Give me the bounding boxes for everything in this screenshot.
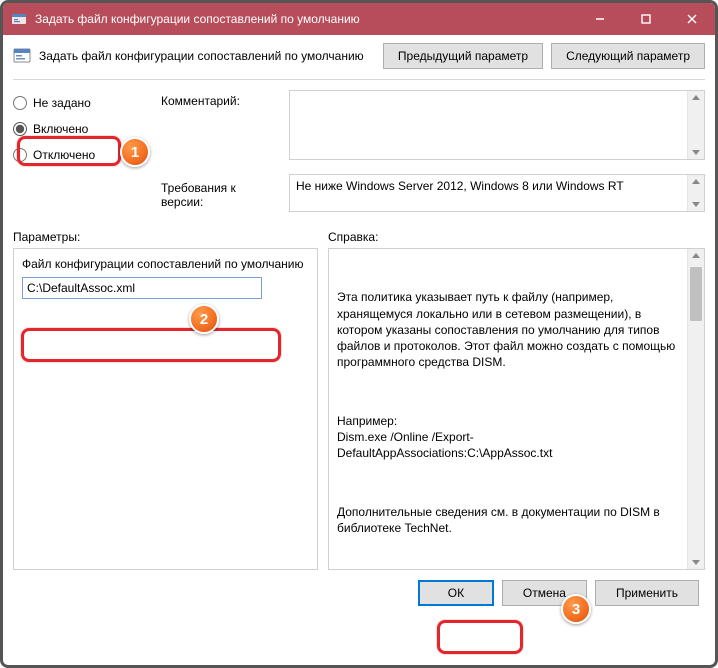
app-icon: [11, 11, 27, 27]
parameters-panel: Файл конфигурации сопоставлений по умолч…: [13, 248, 318, 570]
radio-enabled-label: Включено: [33, 122, 88, 136]
radio-not-configured[interactable]: Не задано: [13, 96, 161, 110]
help-text: Эта политика указывает путь к файлу (нап…: [337, 257, 680, 570]
requirements-label: Требования к версии:: [161, 177, 281, 209]
maximize-button[interactable]: [623, 3, 669, 35]
next-setting-button[interactable]: Следующий параметр: [551, 43, 705, 69]
window-title: Задать файл конфигурации сопоставлений п…: [35, 12, 577, 26]
cancel-button[interactable]: Отмена: [502, 580, 587, 606]
radio-not-configured-label: Не задано: [33, 96, 91, 110]
policy-title: Задать файл конфигурации сопоставлений п…: [39, 49, 375, 63]
minimize-button[interactable]: [577, 3, 623, 35]
titlebar: Задать файл конфигурации сопоставлений п…: [3, 3, 715, 35]
radio-enabled-input[interactable]: [13, 122, 27, 136]
requirements-box: Не ниже Windows Server 2012, Windows 8 и…: [289, 174, 705, 212]
scrollbar[interactable]: [687, 175, 704, 211]
file-config-input[interactable]: [22, 277, 262, 299]
radio-enabled[interactable]: Включено: [13, 122, 161, 136]
requirements-text: Не ниже Windows Server 2012, Windows 8 и…: [296, 179, 624, 193]
help-scrollbar[interactable]: [687, 249, 704, 569]
apply-button[interactable]: Применить: [595, 580, 699, 606]
radio-disabled-label: Отключено: [33, 148, 95, 162]
radio-disabled-input[interactable]: [13, 148, 27, 162]
radio-not-configured-input[interactable]: [13, 96, 27, 110]
parameters-heading: Параметры:: [13, 230, 328, 244]
radio-disabled[interactable]: Отключено: [13, 148, 161, 162]
previous-setting-button[interactable]: Предыдущий параметр: [383, 43, 543, 69]
ok-button[interactable]: ОК: [418, 580, 494, 606]
help-heading: Справка:: [328, 230, 378, 244]
policy-icon: [13, 47, 31, 65]
comment-textarea[interactable]: [289, 90, 705, 160]
comment-label: Комментарий:: [161, 90, 281, 160]
scrollbar[interactable]: [687, 91, 704, 159]
close-button[interactable]: [669, 3, 715, 35]
help-panel: Эта политика указывает путь к файлу (нап…: [328, 248, 705, 570]
file-config-label: Файл конфигурации сопоставлений по умолч…: [22, 257, 309, 273]
